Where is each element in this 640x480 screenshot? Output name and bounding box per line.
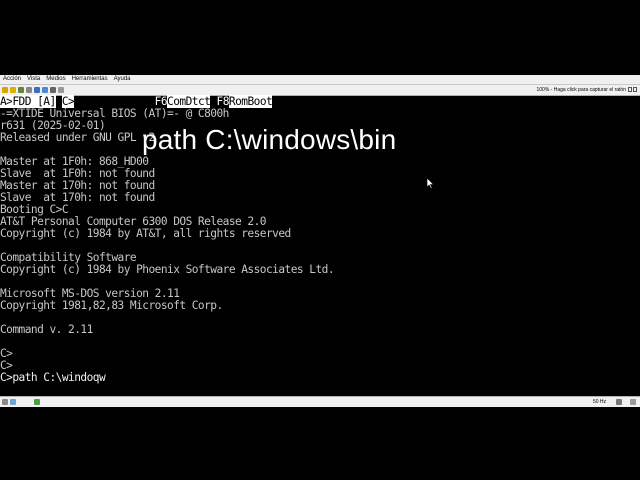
- refresh-rate-readout: 50 Hz: [592, 399, 606, 405]
- command-prompt-line[interactable]: C>path C:\windoqw: [0, 372, 106, 384]
- lock-icon[interactable]: [633, 87, 637, 92]
- video-caption: path C:\windows\bin: [142, 124, 397, 155]
- screenshot-icon[interactable]: [42, 87, 48, 93]
- boot-option-romboot: RomBoot: [228, 95, 273, 108]
- mouse-capture-hint: 100% - Haga click para capturar el ratón: [536, 87, 627, 93]
- settings-icon[interactable]: [34, 87, 40, 93]
- terminal-line: Copyright (c) 1984 by Phoenix Software A…: [0, 263, 335, 276]
- menu-medios[interactable]: Medios: [43, 75, 68, 84]
- window-control-icons: [628, 87, 638, 93]
- ctrl-alt-del-icon[interactable]: [26, 87, 32, 93]
- floppy-drive-icon[interactable]: [2, 399, 8, 405]
- resize-grip-icon[interactable]: [630, 399, 636, 405]
- printer-icon[interactable]: [58, 87, 64, 93]
- status-bar: 50 Hz: [0, 396, 640, 407]
- mouse-pointer-icon: [427, 178, 435, 189]
- reset-icon[interactable]: [18, 87, 24, 93]
- keyboard-icon[interactable]: [628, 87, 632, 92]
- terminal-line: Command v. 2.11: [0, 323, 93, 336]
- terminal-line: Released under GNU GPL v2: [0, 131, 155, 144]
- terminal-line: Copyright 1981,82,83 Microsoft Corp.: [0, 299, 223, 312]
- menu-herramientas[interactable]: Herramientas: [69, 75, 111, 84]
- menu-accion[interactable]: Acción: [0, 75, 24, 84]
- terminal-line: Copyright (c) 1984 by AT&T, all rights r…: [0, 227, 291, 240]
- pause-icon[interactable]: [2, 87, 8, 93]
- sound-icon[interactable]: [616, 399, 622, 405]
- network-icon[interactable]: [34, 399, 40, 405]
- menu-bar: Acción Vista Medios Herramientas Ayuda: [0, 75, 640, 85]
- menu-vista[interactable]: Vista: [24, 75, 43, 84]
- menu-ayuda[interactable]: Ayuda: [111, 75, 134, 84]
- hard-disk-icon[interactable]: [10, 399, 16, 405]
- video-frame: Acción Vista Medios Herramientas Ayuda 1…: [0, 0, 640, 480]
- play-icon[interactable]: [10, 87, 16, 93]
- fullscreen-icon[interactable]: [50, 87, 56, 93]
